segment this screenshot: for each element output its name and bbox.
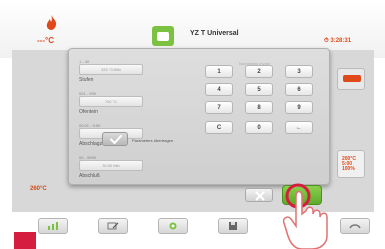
confirm-parameters-button[interactable] bbox=[102, 132, 128, 146]
param-field[interactable]: 333 °C/Min bbox=[79, 64, 143, 75]
right-button-top-label bbox=[343, 75, 361, 82]
key-3[interactable]: 3 bbox=[285, 65, 313, 78]
key-1[interactable]: 1 bbox=[205, 65, 233, 78]
key-backspace[interactable]: ← bbox=[285, 121, 313, 134]
program-icon bbox=[157, 32, 169, 41]
pointing-hand-icon bbox=[282, 183, 328, 249]
chart-button[interactable] bbox=[38, 218, 68, 234]
param-stufen: 1 - 40 333 °C/Min Stufen bbox=[79, 59, 143, 83]
param-abschluss: 00 - 9999 30:00 Min Abschluß bbox=[79, 155, 143, 179]
edit-icon bbox=[107, 222, 119, 230]
chart-icon bbox=[48, 222, 58, 230]
key-0[interactable]: 0 bbox=[245, 121, 273, 134]
key-5[interactable]: 5 bbox=[245, 83, 273, 96]
program-button[interactable] bbox=[158, 218, 188, 234]
key-9[interactable]: 9 bbox=[285, 101, 313, 114]
param-ofentein: 001 - 999 700 °C Ofentein bbox=[79, 91, 143, 115]
key-8[interactable]: 8 bbox=[245, 101, 273, 114]
flame-icon bbox=[46, 15, 57, 30]
program-icon bbox=[169, 222, 177, 230]
close-icon bbox=[255, 191, 265, 201]
program-title: YZ T Universal bbox=[190, 30, 239, 37]
clock-value: 3:28:31 bbox=[330, 38, 352, 44]
param-name: Ofentein bbox=[79, 109, 98, 115]
key-4[interactable]: 4 bbox=[205, 83, 233, 96]
parameter-dialog: 1 - 40 333 °C/Min Stufen 001 - 999 700 °… bbox=[68, 48, 330, 185]
param-field[interactable]: 30:00 Min bbox=[79, 160, 143, 171]
right-button-top[interactable] bbox=[337, 68, 365, 90]
right-button-values-text: 200°C 5:00 100% bbox=[342, 156, 356, 172]
key-clear[interactable]: C bbox=[205, 121, 233, 134]
clock-display: ⏱ 3:28:31 bbox=[324, 38, 352, 44]
furnace-screen: ---°C YZ T Universal ⏱ 3:28:31 260°C 200… bbox=[0, 0, 385, 249]
key-2[interactable]: 2 bbox=[245, 65, 273, 78]
stand-by-temperature: 260°C bbox=[30, 186, 47, 192]
key-7[interactable]: 7 bbox=[205, 101, 233, 114]
home-icon bbox=[349, 224, 361, 229]
checkmark-icon bbox=[110, 135, 122, 144]
program-icon-button[interactable] bbox=[152, 26, 174, 46]
param-field[interactable]: 700 °C bbox=[79, 96, 143, 107]
current-temperature: ---°C bbox=[37, 36, 54, 45]
edit-button[interactable] bbox=[98, 218, 128, 234]
bottom-tab-marker bbox=[14, 232, 36, 249]
confirm-caption: Parameters übertragen bbox=[132, 138, 174, 143]
save-icon bbox=[229, 222, 237, 230]
save-button[interactable] bbox=[218, 218, 248, 234]
param-name: Abschluß bbox=[79, 173, 100, 179]
key-6[interactable]: 6 bbox=[285, 83, 313, 96]
cancel-button[interactable] bbox=[245, 188, 273, 202]
right-button-values[interactable]: 200°C 5:00 100% bbox=[337, 150, 365, 178]
param-name: Stufen bbox=[79, 77, 94, 83]
